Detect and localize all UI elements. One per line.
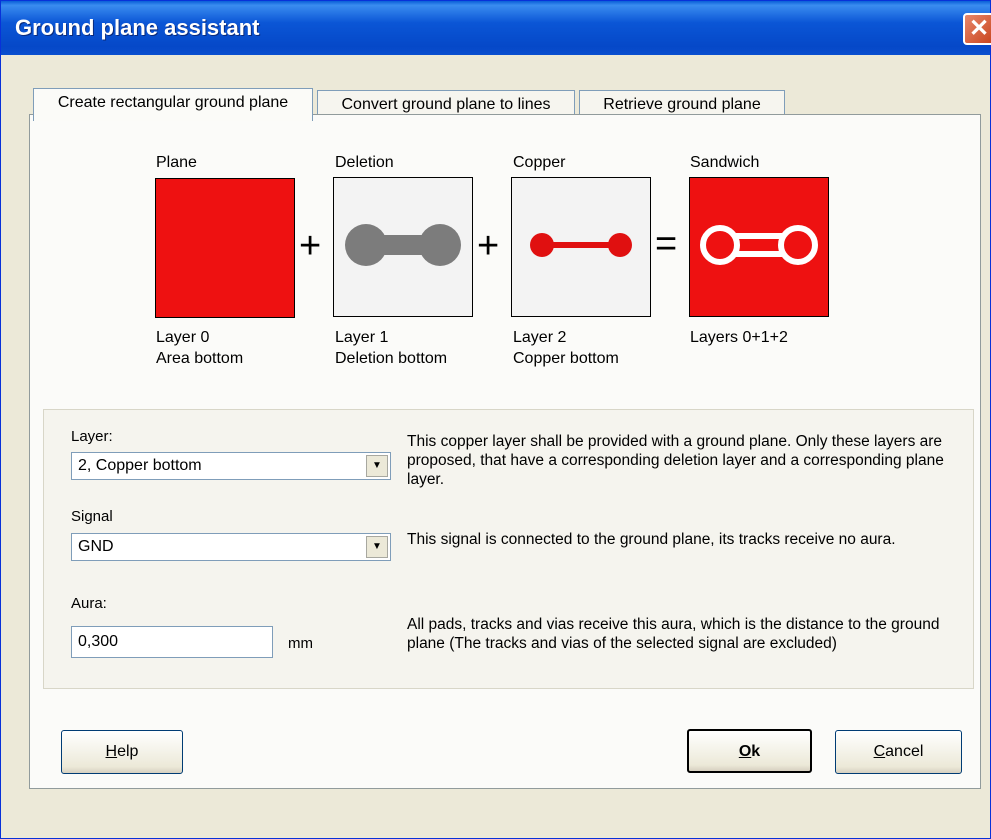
ok-label: k [751,743,761,760]
aura-input-value: 0,300 [78,633,119,650]
copper-layer-name: Copper bottom [513,350,619,367]
copper-layer-number: Layer 2 [513,329,567,346]
help-mnemonic: H [105,743,118,760]
sandwich-title: Sandwich [690,154,760,171]
cancel-mnemonic: C [873,743,886,760]
aura-input[interactable]: 0,300 [71,626,273,658]
deletion-layer-name: Deletion bottom [335,350,448,367]
copper-track-icon [530,233,632,257]
tab-label: Retrieve ground plane [603,96,761,113]
plane-layer-image [155,178,295,318]
copper-layer-image [511,177,651,317]
signal-select-value: GND [78,538,114,555]
sandwich-track-icon [700,225,818,265]
layer-label: Layer: [71,428,113,445]
layer-description: This copper layer shall be provided with… [407,433,944,488]
signal-select[interactable]: GND ▼ [71,533,391,561]
plus-sign: + [477,225,500,267]
signal-description: This signal is connected to the ground p… [407,531,896,548]
tab-create-rectangular-ground-plane[interactable]: Create rectangular ground plane [33,88,313,121]
deletion-layer-number: Layer 1 [335,329,389,346]
aura-label: Aura: [71,595,107,612]
plane-layer-number: Layer 0 [156,329,210,346]
sandwich-layer-image [689,177,829,317]
cancel-button[interactable]: Cancel [835,730,962,774]
tab-label: Convert ground plane to lines [341,96,551,113]
layer-select-value: 2, Copper bottom [78,457,202,474]
dialog-window: Ground plane assistant ✕ Create rectangu… [0,0,991,839]
equals-sign: = [655,223,678,265]
ok-button[interactable]: Ok [687,729,812,773]
plane-title: Plane [156,154,197,171]
copper-title: Copper [513,154,566,171]
help-button[interactable]: Help [61,730,183,774]
sandwich-layer-numbers: Layers 0+1+2 [690,329,788,346]
tab-label: Create rectangular ground plane [57,94,289,111]
help-label: elp [117,743,139,760]
chevron-down-icon[interactable]: ▼ [366,536,388,558]
plane-layer-name: Area bottom [156,350,244,367]
chevron-down-icon[interactable]: ▼ [366,455,388,477]
deletion-track-icon [345,224,461,266]
signal-label: Signal [71,508,113,525]
aura-unit: mm [288,635,313,652]
close-icon[interactable]: ✕ [963,13,991,45]
deletion-title: Deletion [335,154,394,171]
window-title: Ground plane assistant [15,15,260,40]
title-bar[interactable]: Ground plane assistant ✕ [1,1,991,55]
deletion-layer-image [333,177,473,317]
ok-mnemonic: O [738,743,752,760]
plus-sign: + [299,225,322,267]
layer-select[interactable]: 2, Copper bottom ▼ [71,452,391,480]
aura-description: All pads, tracks and vias receive this a… [407,616,940,652]
cancel-label: ancel [885,743,924,760]
